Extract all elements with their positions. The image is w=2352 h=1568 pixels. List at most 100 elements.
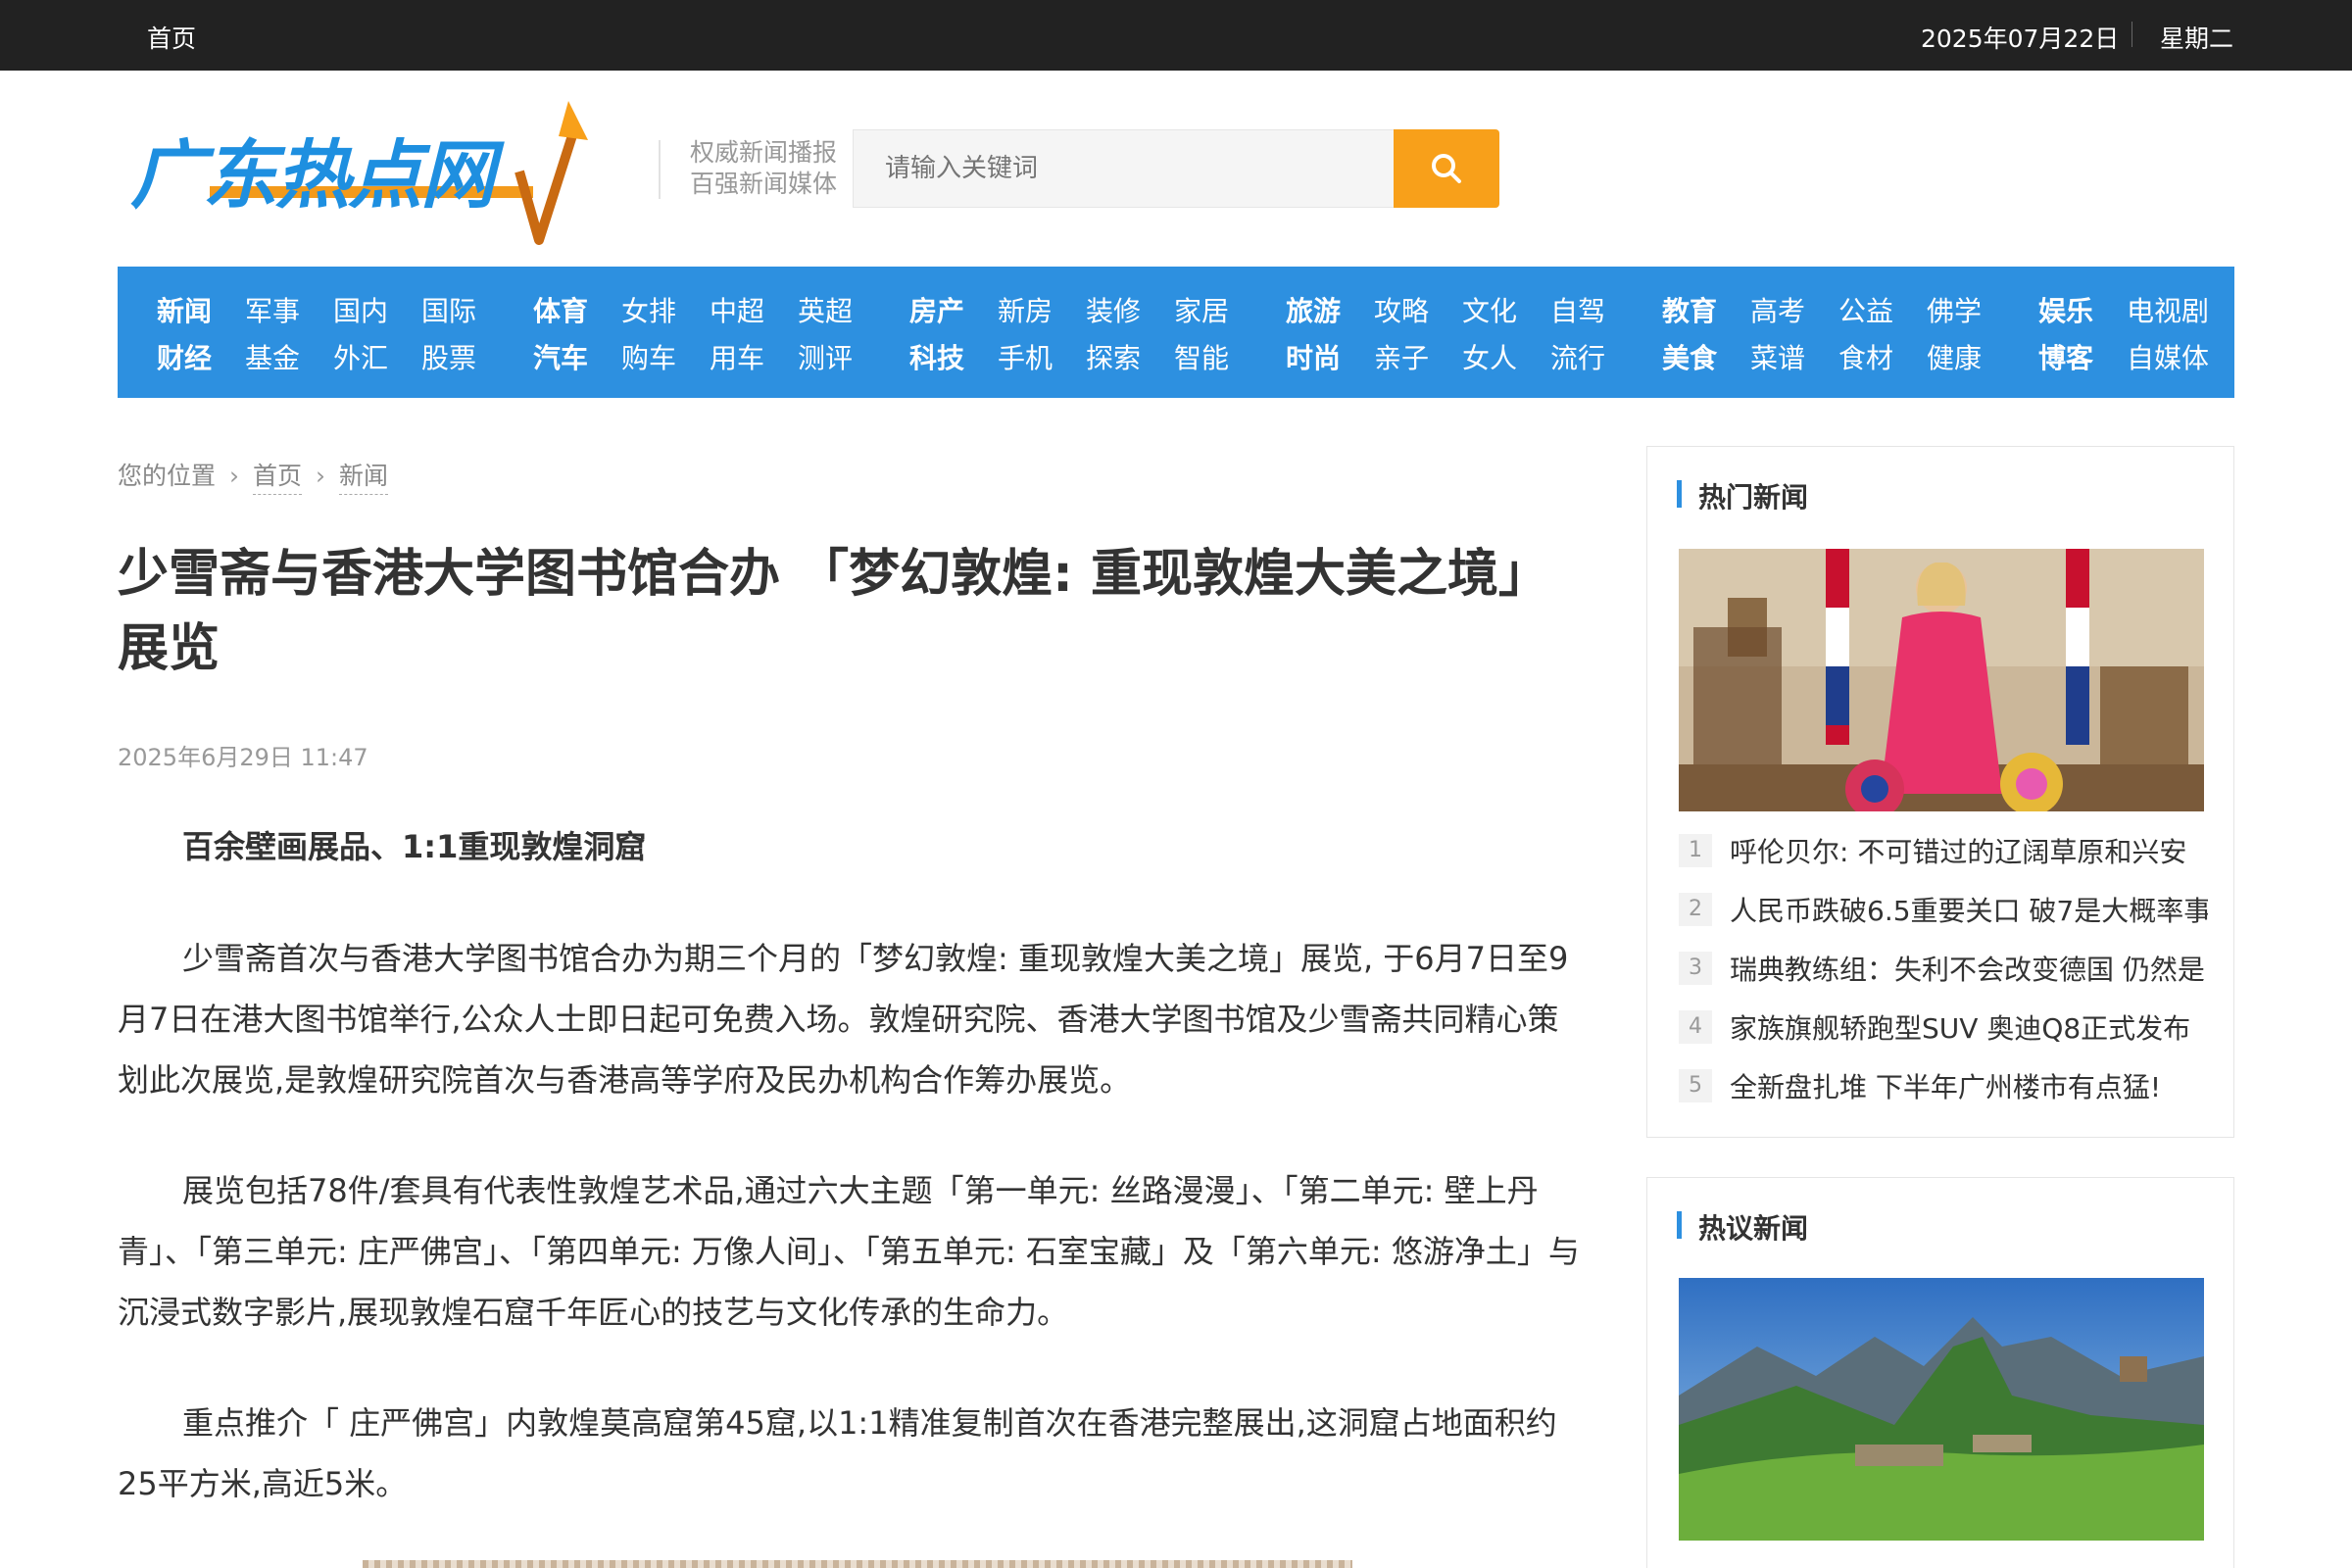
- hot-news-item[interactable]: 5 全新盘扎堆 下半年广州楼市有点猛!: [1679, 1066, 2208, 1125]
- nav-item[interactable]: 探索: [1086, 337, 1174, 376]
- nav-item[interactable]: 电视剧: [2127, 290, 2215, 329]
- hot-news-item[interactable]: 2 人民币跌破6.5重要关口 破7是大概率事: [1679, 890, 2208, 949]
- chevron-right-icon: ›: [316, 462, 326, 490]
- top-home-link[interactable]: 首页: [147, 20, 196, 55]
- article-title: 少雪斋与香港大学图书馆合办 「梦幻敦煌: 重现敦煌大美之境」展览: [118, 545, 1550, 678]
- nav-group-education: 教育 高考 公益 佛学 美食 菜谱 食材 健康: [1662, 290, 2015, 384]
- nav-item[interactable]: 家居: [1174, 290, 1262, 329]
- nav-item[interactable]: 英超: [798, 290, 886, 329]
- nav-item[interactable]: 新房: [998, 290, 1086, 329]
- breadcrumb-home-link[interactable]: 首页: [253, 457, 303, 495]
- discussed-news-card: 热议新闻: [1646, 1177, 2234, 1568]
- breadcrumb-section-link[interactable]: 新闻: [339, 457, 389, 495]
- discussed-news-heading: 热议新闻: [1677, 1207, 1808, 1247]
- nav-item[interactable]: 外汇: [333, 337, 421, 376]
- nav-item[interactable]: 用车: [710, 337, 798, 376]
- nav-item[interactable]: 智能: [1174, 337, 1262, 376]
- article-date: 2025年6月29日 11:47: [118, 744, 368, 771]
- search-box: [853, 129, 1499, 208]
- header-divider: [659, 140, 661, 199]
- nav-item[interactable]: 高考: [1750, 290, 1838, 329]
- rank-badge: 3: [1679, 952, 1712, 985]
- article-paragraph: 展览包括78件/套具有代表性敦煌艺术品,通过六大主题「第一单元: 丝路漫漫」、「…: [118, 1172, 1580, 1331]
- nav-item[interactable]: 流行: [1550, 337, 1639, 376]
- nav-item[interactable]: 基金: [245, 337, 333, 376]
- nav-item[interactable]: 手机: [998, 337, 1086, 376]
- search-icon: [1432, 154, 1461, 183]
- nav-item[interactable]: 亲子: [1374, 337, 1462, 376]
- nav-item[interactable]: 军事: [245, 290, 333, 329]
- search-button[interactable]: [1394, 129, 1499, 208]
- nav-item[interactable]: 时尚: [1286, 337, 1374, 376]
- nav-item[interactable]: 自驾: [1550, 290, 1639, 329]
- nav-item[interactable]: 女排: [621, 290, 710, 329]
- nav-item[interactable]: 佛学: [1927, 290, 2015, 329]
- article-lead: 百余壁画展品、1:1重现敦煌洞窟: [182, 828, 647, 865]
- nav-item[interactable]: 公益: [1838, 290, 1927, 329]
- rank-badge: 1: [1679, 834, 1712, 867]
- nav-group-property: 房产 新房 装修 家居 科技 手机 探索 智能: [909, 290, 1262, 384]
- nav-group-entertainment: 娱乐 电视剧 博客 自媒体: [2038, 290, 2215, 384]
- slogan-line-2: 百强新闻媒体: [690, 170, 838, 198]
- slogan-line-1: 权威新闻播报: [690, 138, 838, 167]
- nav-item[interactable]: 文化: [1462, 290, 1550, 329]
- nav-item[interactable]: 中超: [710, 290, 798, 329]
- hot-news-title[interactable]: 人民币跌破6.5重要关口 破7是大概率事: [1730, 895, 2208, 927]
- nav-group-news: 新闻 军事 国内 国际 财经 基金 外汇 股票: [157, 290, 510, 384]
- rank-badge: 2: [1679, 893, 1712, 926]
- nav-group-travel: 旅游 攻略 文化 自驾 时尚 亲子 女人 流行: [1286, 290, 1639, 384]
- article-paragraph: 重点推介「 庄严佛宫」内敦煌莫高窟第45窟,以1:1精准复制首次在香港完整展出,…: [118, 1404, 1557, 1502]
- nav-group-sports: 体育 女排 中超 英超 汽车 购车 用车 测评: [533, 290, 886, 384]
- nav-item[interactable]: 娱乐: [2038, 290, 2127, 329]
- nav-item[interactable]: 购车: [621, 337, 710, 376]
- hot-news-photo: [1679, 549, 2204, 811]
- hot-news-title[interactable]: 呼伦贝尔: 不可错过的辽阔草原和兴安: [1730, 836, 2186, 868]
- top-bar: 首页 2025年07月22日 星期二: [0, 0, 2352, 71]
- nav-item[interactable]: 股票: [421, 337, 510, 376]
- hot-news-heading: 热门新闻: [1677, 476, 1808, 515]
- search-input[interactable]: [853, 129, 1396, 208]
- breadcrumb: 您的位置 › 首页 › 新闻: [118, 457, 389, 495]
- nav-item[interactable]: 博客: [2038, 337, 2127, 376]
- nav-item[interactable]: 国际: [421, 290, 510, 329]
- chevron-right-icon: ›: [229, 462, 240, 490]
- nav-item[interactable]: 财经: [157, 337, 245, 376]
- hot-news-title[interactable]: 瑞典教练组：失利不会改变德国 仍然是: [1730, 954, 2205, 986]
- nav-item[interactable]: 自媒体: [2127, 337, 2215, 376]
- nav-item[interactable]: 菜谱: [1750, 337, 1838, 376]
- rank-badge: 4: [1679, 1010, 1712, 1044]
- hot-news-item[interactable]: 3 瑞典教练组：失利不会改变德国 仍然是: [1679, 949, 2208, 1007]
- nav-item[interactable]: 健康: [1927, 337, 2015, 376]
- nav-item[interactable]: 美食: [1662, 337, 1750, 376]
- hot-news-list: 1 呼伦贝尔: 不可错过的辽阔草原和兴安 2 人民币跌破6.5重要关口 破7是大概率…: [1679, 831, 2208, 1125]
- nav-item[interactable]: 女人: [1462, 337, 1550, 376]
- logo-wordmark: 广东热点网: [130, 131, 495, 219]
- current-weekday: 星期二: [2160, 24, 2234, 53]
- site-logo[interactable]: 广东热点网: [127, 93, 637, 245]
- nav-item[interactable]: 科技: [909, 337, 998, 376]
- nav-item[interactable]: 旅游: [1286, 290, 1374, 329]
- nav-item[interactable]: 装修: [1086, 290, 1174, 329]
- discussed-news-photo: [1679, 1278, 2204, 1541]
- article-paragraph: 少雪斋首次与香港大学图书馆合办为期三个月的「梦幻敦煌: 重现敦煌大美之境」展览,…: [118, 940, 1569, 1099]
- hot-news-title[interactable]: 家族旗舰轿跑型SUV 奥迪Q8正式发布: [1730, 1012, 2190, 1045]
- discussed-news-image[interactable]: [1679, 1278, 2204, 1541]
- nav-item[interactable]: 汽车: [533, 337, 621, 376]
- hot-news-item[interactable]: 1 呼伦贝尔: 不可错过的辽阔草原和兴安: [1679, 831, 2208, 890]
- nav-item[interactable]: 食材: [1838, 337, 1927, 376]
- hot-news-image[interactable]: [1679, 549, 2204, 811]
- rank-badge: 5: [1679, 1069, 1712, 1102]
- article-image-top: [363, 1560, 1352, 1568]
- site-slogan: 权威新闻播报 百强新闻媒体: [690, 137, 837, 200]
- breadcrumb-label: 您的位置: [118, 462, 217, 490]
- nav-item[interactable]: 房产: [909, 290, 998, 329]
- nav-item[interactable]: 测评: [798, 337, 886, 376]
- nav-item[interactable]: 新闻: [157, 290, 245, 329]
- nav-item[interactable]: 攻略: [1374, 290, 1462, 329]
- nav-item[interactable]: 体育: [533, 290, 621, 329]
- hot-news-item[interactable]: 4 家族旗舰轿跑型SUV 奥迪Q8正式发布: [1679, 1007, 2208, 1066]
- hot-news-title[interactable]: 全新盘扎堆 下半年广州楼市有点猛!: [1730, 1071, 2161, 1103]
- current-date: 2025年07月22日: [1921, 24, 2120, 53]
- nav-item[interactable]: 教育: [1662, 290, 1750, 329]
- nav-item[interactable]: 国内: [333, 290, 421, 329]
